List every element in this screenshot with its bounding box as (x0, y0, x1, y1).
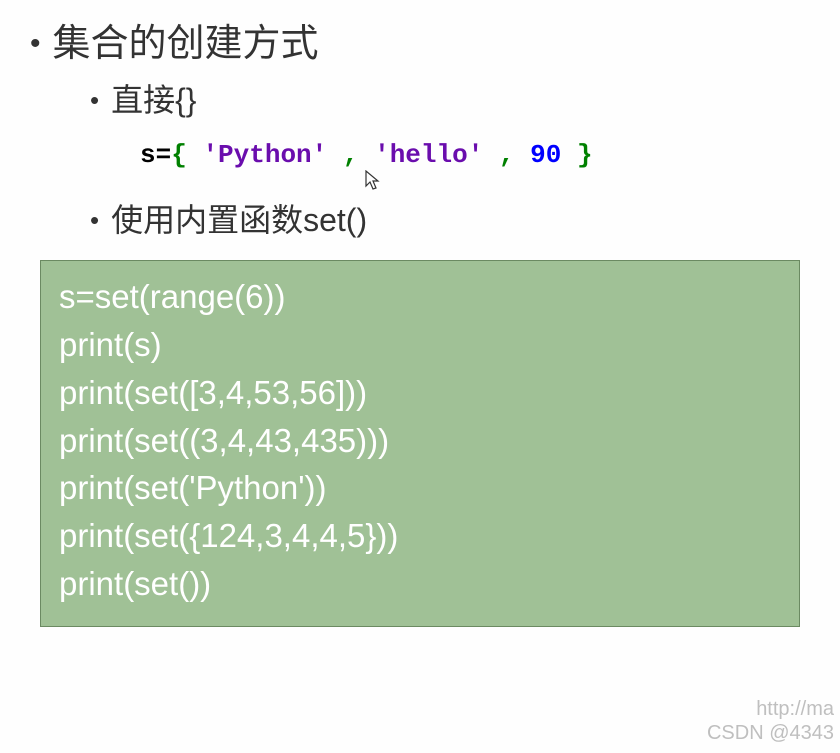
watermark-line2: CSDN @4343 (707, 721, 834, 745)
bullet-l2a-text: 直接{} (111, 78, 196, 122)
code-string-2: 'hello' (374, 140, 483, 170)
code-sp (483, 140, 499, 170)
code-var: s= (140, 140, 171, 170)
code-string-1: 'Python' (202, 140, 327, 170)
bullet-level2-b: • 使用内置函数set() (0, 198, 840, 242)
watermark: http://ma CSDN @4343 (707, 697, 834, 745)
code-line: s=set(range(6)) (59, 273, 781, 321)
code-comma: , (343, 140, 359, 170)
code-comma: , (499, 140, 515, 170)
watermark-line1: http://ma (707, 697, 834, 721)
code-brace-close: } (577, 140, 593, 170)
code-brace-open: { (171, 140, 187, 170)
code-line: print(s) (59, 321, 781, 369)
code-number: 90 (530, 140, 561, 170)
code-line: print(set([3,4,53,56])) (59, 369, 781, 417)
code-sp (327, 140, 343, 170)
code-sp (358, 140, 374, 170)
code-line: print(set('Python')) (59, 464, 781, 512)
bullet-dot: • (90, 198, 99, 242)
bullet-l2b-text: 使用内置函数set() (111, 198, 367, 242)
cursor-icon (365, 170, 381, 199)
bullet-dot: • (90, 78, 99, 122)
code-sp (515, 140, 531, 170)
code-sp (561, 140, 577, 170)
code-block: s=set(range(6)) print(s) print(set([3,4,… (40, 260, 800, 627)
code-line: print(set((3,4,43,435))) (59, 417, 781, 465)
bullet-level2-a: • 直接{} (0, 78, 840, 122)
bullet-level1: • 集合的创建方式 (0, 20, 840, 68)
inline-code-example: s={ 'Python' , 'hello' , 90 } (0, 140, 840, 170)
bullet-l1-text: 集合的创建方式 (53, 20, 319, 68)
bullet-dot: • (30, 20, 41, 68)
code-line: print(set()) (59, 560, 781, 608)
code-line: print(set({124,3,4,4,5})) (59, 512, 781, 560)
code-sp (187, 140, 203, 170)
